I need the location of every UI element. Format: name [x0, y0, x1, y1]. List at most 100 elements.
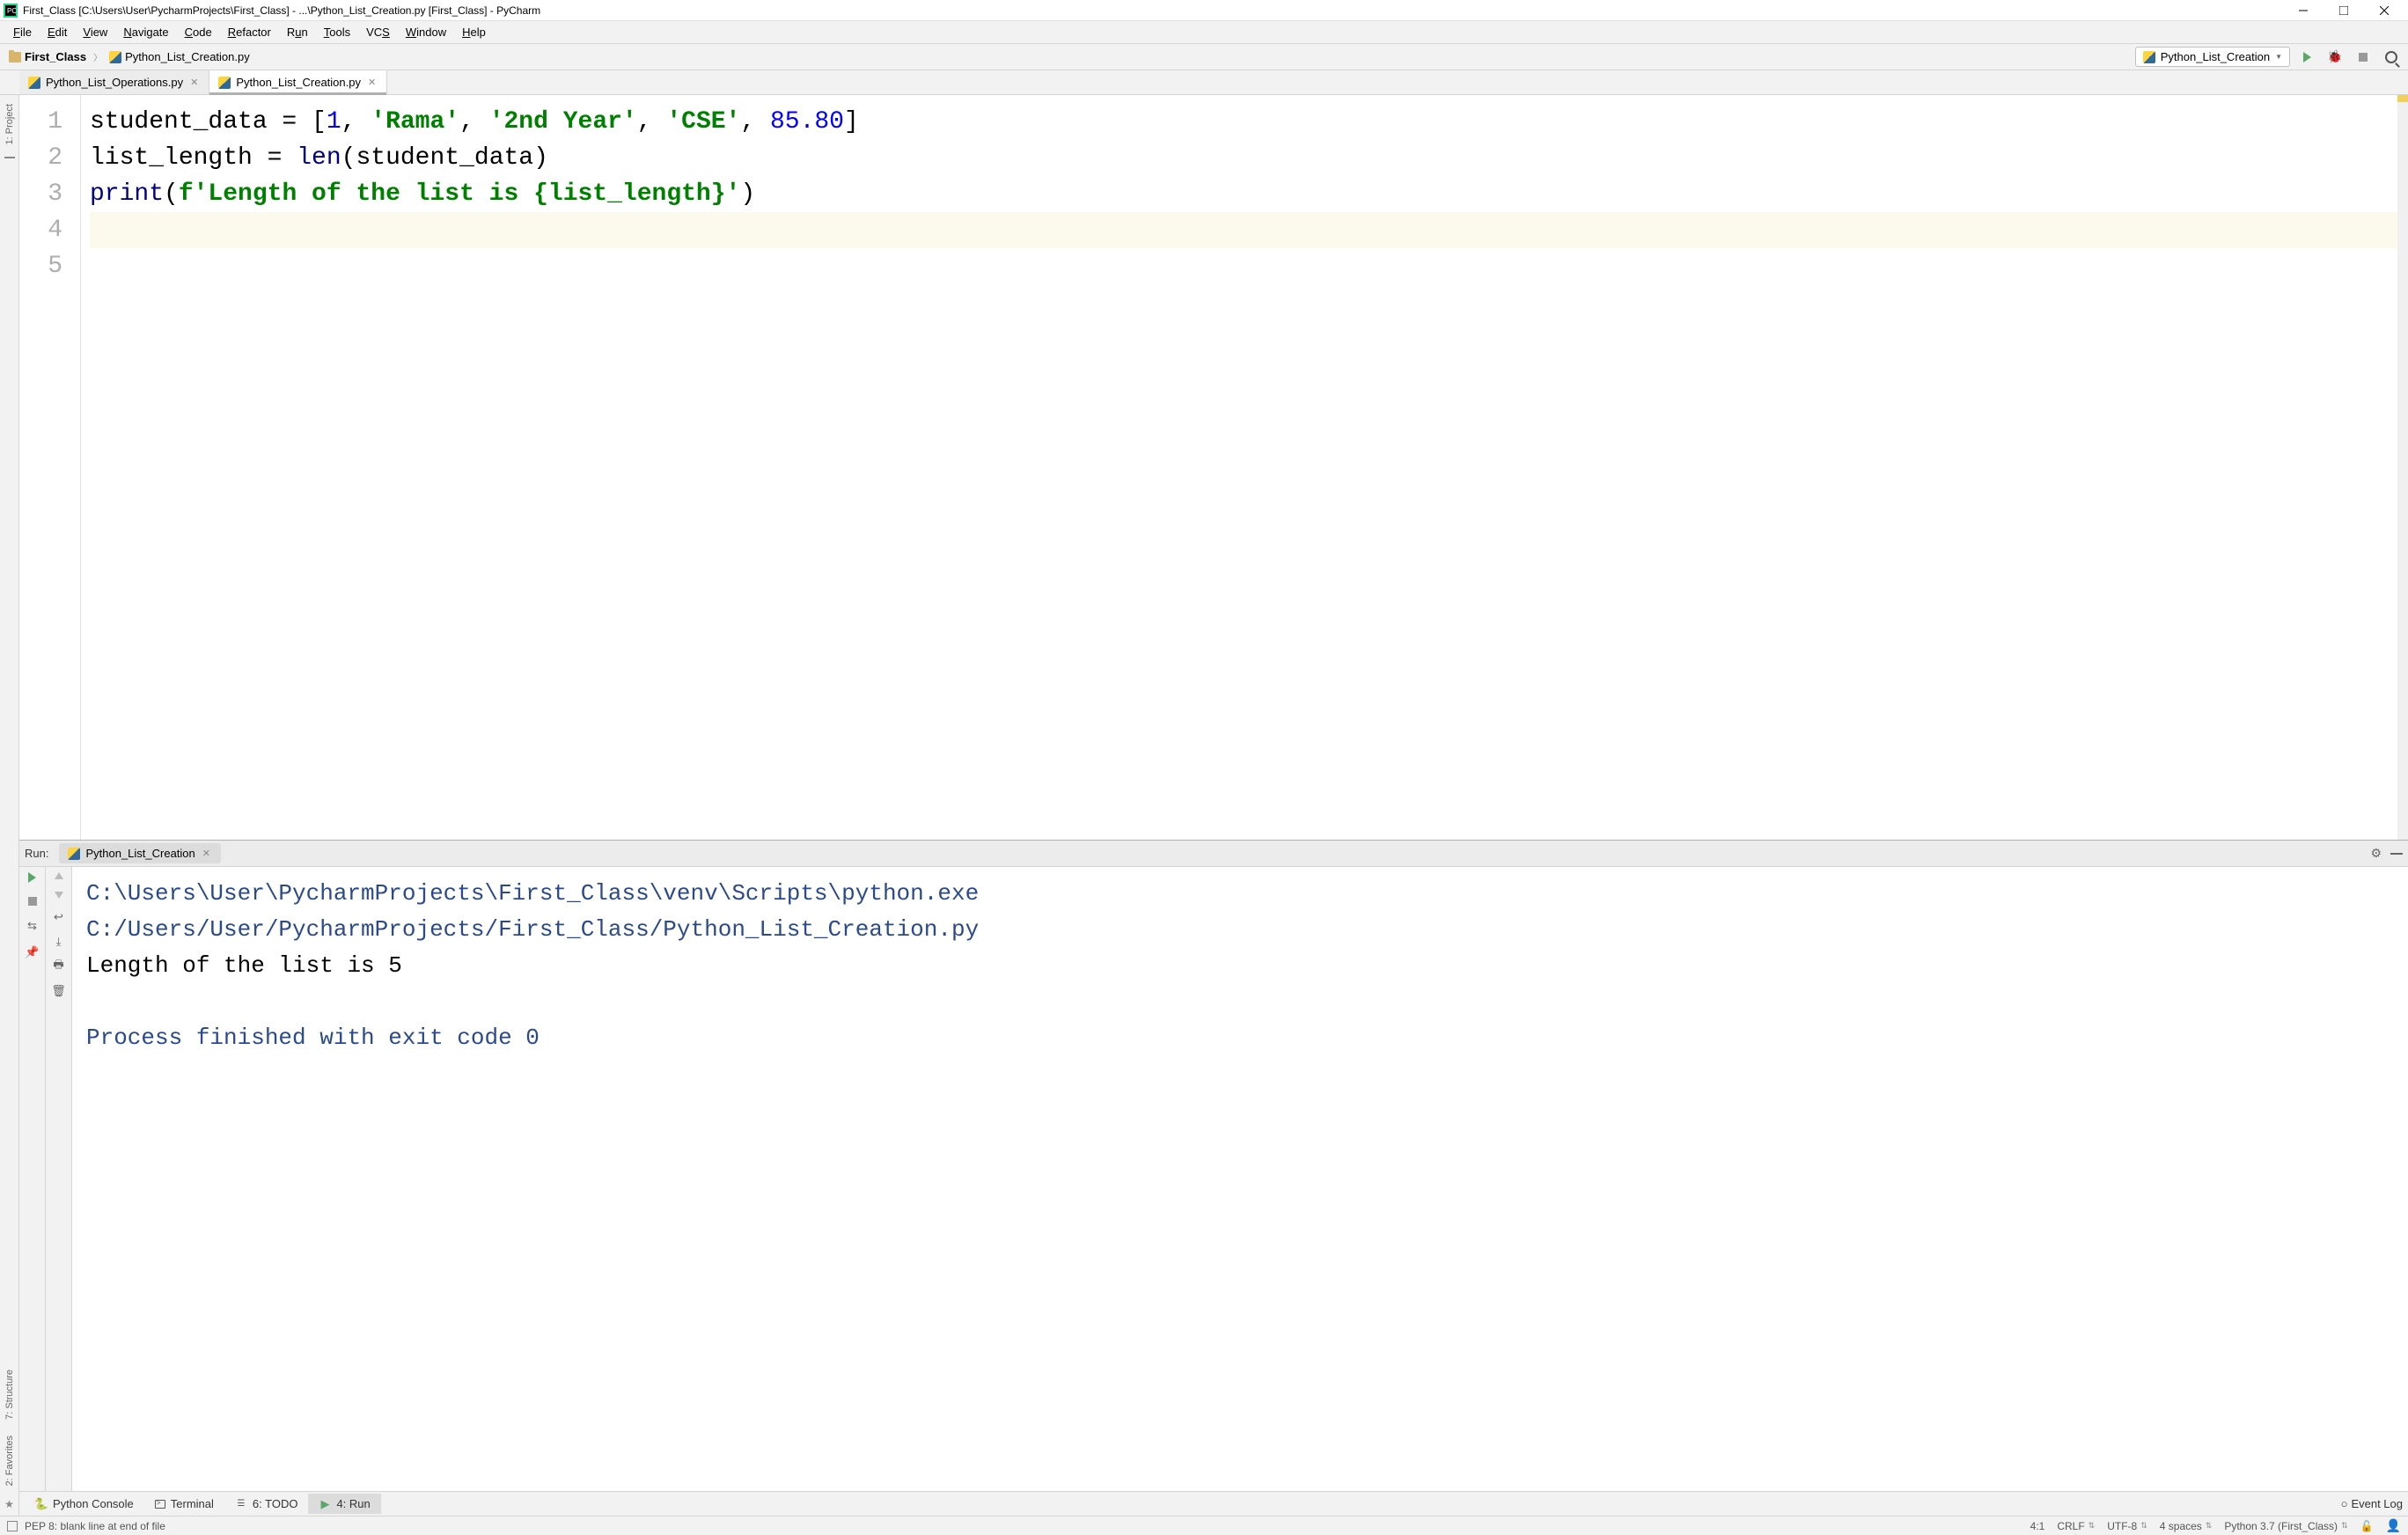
- close-tab-icon[interactable]: ✕: [366, 77, 378, 88]
- layout-button[interactable]: ⇆: [26, 920, 39, 932]
- clear-button[interactable]: 🗑: [53, 985, 65, 997]
- tool-structure[interactable]: 7: Structure: [4, 1366, 15, 1423]
- line-number: 1: [19, 104, 80, 140]
- event-log-button[interactable]: ○ Event Log: [2341, 1497, 2403, 1510]
- console-output[interactable]: C:\Users\User\PycharmProjects\First_Clas…: [72, 867, 2408, 1491]
- editor-tab-creation[interactable]: Python_List_Creation.py ✕: [209, 70, 387, 94]
- stop-button[interactable]: [2352, 46, 2375, 69]
- tab-python-console[interactable]: 🐍 Python Console: [25, 1494, 144, 1514]
- status-left: PEP 8: blank line at end of file: [7, 1520, 165, 1532]
- editor-scrollbar[interactable]: [2397, 95, 2408, 840]
- code-line-2[interactable]: list_length = len(student_data): [90, 140, 2408, 176]
- breadcrumb-file-label: Python_List_Creation.py: [125, 50, 250, 63]
- gear-icon[interactable]: ⚙: [2370, 846, 2382, 861]
- tab-label: Python Console: [53, 1497, 134, 1510]
- code-editor[interactable]: 1 2 3 4 5 student_data = [1, 'Rama', '2n…: [19, 95, 2408, 840]
- file-encoding[interactable]: UTF-8⇅: [2107, 1520, 2147, 1532]
- hide-icon[interactable]: [2390, 853, 2403, 855]
- run-button[interactable]: [2295, 46, 2318, 69]
- editor-tab-operations[interactable]: Python_List_Operations.py ✕: [19, 70, 209, 94]
- code-body[interactable]: student_data = [1, 'Rama', '2nd Year', '…: [81, 95, 2408, 840]
- close-tab-icon[interactable]: ✕: [188, 77, 200, 88]
- run-tool-window: Run: Python_List_Creation ✕ ⚙ ⇆ 📌: [19, 840, 2408, 1491]
- breadcrumb-project-label: First_Class: [25, 50, 86, 63]
- menu-edit[interactable]: Edit: [40, 23, 75, 41]
- svg-text:PC: PC: [7, 7, 17, 15]
- tab-label: 4: Run: [336, 1497, 370, 1510]
- close-button[interactable]: [2364, 0, 2404, 21]
- python-file-icon: [109, 51, 121, 63]
- up-stack-icon[interactable]: [55, 872, 63, 879]
- bottom-right: ○ Event Log: [2341, 1497, 2403, 1510]
- stop-icon: [2359, 53, 2368, 62]
- tool-project[interactable]: 1: Project: [4, 100, 15, 148]
- python-interpreter[interactable]: Python 3.7 (First_Class)⇅: [2224, 1520, 2347, 1532]
- code-line-3[interactable]: print(f'Length of the list is {list_leng…: [90, 176, 2408, 212]
- menu-run[interactable]: Run: [279, 23, 316, 41]
- status-message: PEP 8: blank line at end of file: [25, 1520, 165, 1532]
- tab-run[interactable]: ▶ 4: Run: [308, 1494, 380, 1514]
- run-header: Run: Python_List_Creation ✕ ⚙: [19, 841, 2408, 867]
- search-icon: [2385, 51, 2397, 63]
- line-number: 2: [19, 140, 80, 176]
- maximize-button[interactable]: [2324, 0, 2364, 21]
- run-config-selector[interactable]: Python_List_Creation ▼: [2135, 47, 2290, 67]
- code-line-5[interactable]: [90, 248, 2408, 284]
- minimize-button[interactable]: [2283, 0, 2324, 21]
- python-file-icon: [2143, 51, 2155, 63]
- breadcrumb-project[interactable]: First_Class: [5, 48, 90, 65]
- main-area: 1: Project 1 2 3 4 5 student_data = [1, …: [0, 95, 2408, 1491]
- balloon-icon: ○: [2341, 1497, 2348, 1510]
- tab-terminal[interactable]: Terminal: [144, 1494, 224, 1514]
- stop-button[interactable]: [28, 897, 37, 906]
- console-path: C:\Users\User\PycharmProjects\First_Clas…: [86, 880, 979, 907]
- menu-vcs[interactable]: VCS: [358, 23, 398, 41]
- menu-tools[interactable]: Tools: [316, 23, 358, 41]
- line-number: 5: [19, 248, 80, 284]
- print-button[interactable]: 🖶: [53, 960, 65, 973]
- pin-button[interactable]: 📌: [26, 946, 39, 958]
- menu-navigate[interactable]: Navigate: [115, 23, 176, 41]
- play-icon: [2303, 52, 2311, 62]
- window-title: First_Class [C:\Users\User\PycharmProjec…: [23, 4, 2283, 17]
- bottom-tool-tabs: 🐍 Python Console Terminal 6: TODO ▶ 4: R…: [0, 1491, 2408, 1516]
- menu-help[interactable]: Help: [454, 23, 494, 41]
- debug-button[interactable]: 🐞: [2324, 46, 2346, 69]
- menu-refactor[interactable]: Refactor: [220, 23, 279, 41]
- run-toolbar-primary: ⇆ 📌: [19, 867, 46, 1491]
- breadcrumb-file[interactable]: Python_List_Creation.py: [106, 48, 253, 65]
- tool-favorites[interactable]: 2: Favorites: [4, 1432, 15, 1489]
- play-icon: ▶: [319, 1498, 331, 1510]
- run-tab[interactable]: Python_List_Creation ✕: [59, 843, 221, 863]
- pycharm-app-icon: PC: [4, 4, 18, 18]
- code-line-1[interactable]: student_data = [1, 'Rama', '2nd Year', '…: [90, 104, 2408, 140]
- indent-settings[interactable]: 4 spaces⇅: [2160, 1520, 2213, 1532]
- event-log-label: Event Log: [2351, 1497, 2403, 1510]
- tab-todo[interactable]: 6: TODO: [224, 1494, 309, 1514]
- hector-icon[interactable]: 👤: [2386, 1518, 2401, 1533]
- menu-file[interactable]: File: [5, 23, 40, 41]
- down-stack-icon[interactable]: [55, 892, 63, 899]
- soft-wrap-button[interactable]: ↩: [53, 911, 65, 923]
- caret-position[interactable]: 4:1: [2030, 1520, 2045, 1532]
- breadcrumb: First_Class 〉 Python_List_Creation.py: [5, 48, 2135, 65]
- editor-tab-label: Python_List_Operations.py: [46, 76, 183, 89]
- lock-icon[interactable]: 🔓: [2360, 1520, 2374, 1532]
- scroll-end-button[interactable]: ⤓: [53, 936, 65, 948]
- line-number: 4: [19, 212, 80, 248]
- tool-window-toggle-icon[interactable]: [7, 1521, 18, 1531]
- search-everywhere-button[interactable]: [2380, 46, 2403, 69]
- rerun-button[interactable]: [28, 872, 36, 883]
- collapse-icon[interactable]: [4, 157, 15, 158]
- tool-project-label: 1: Project: [4, 104, 15, 144]
- folder-icon: [9, 52, 21, 62]
- title-bar: PC First_Class [C:\Users\User\PycharmPro…: [0, 0, 2408, 21]
- warning-marker[interactable]: [2397, 95, 2408, 102]
- console-line: Length of the list is 5: [86, 952, 402, 979]
- line-separator[interactable]: CRLF⇅: [2057, 1520, 2095, 1532]
- menu-window[interactable]: Window: [398, 23, 454, 41]
- code-line-4[interactable]: [90, 212, 2408, 248]
- menu-code[interactable]: Code: [177, 23, 220, 41]
- close-tab-icon[interactable]: ✕: [201, 848, 212, 859]
- menu-view[interactable]: View: [75, 23, 115, 41]
